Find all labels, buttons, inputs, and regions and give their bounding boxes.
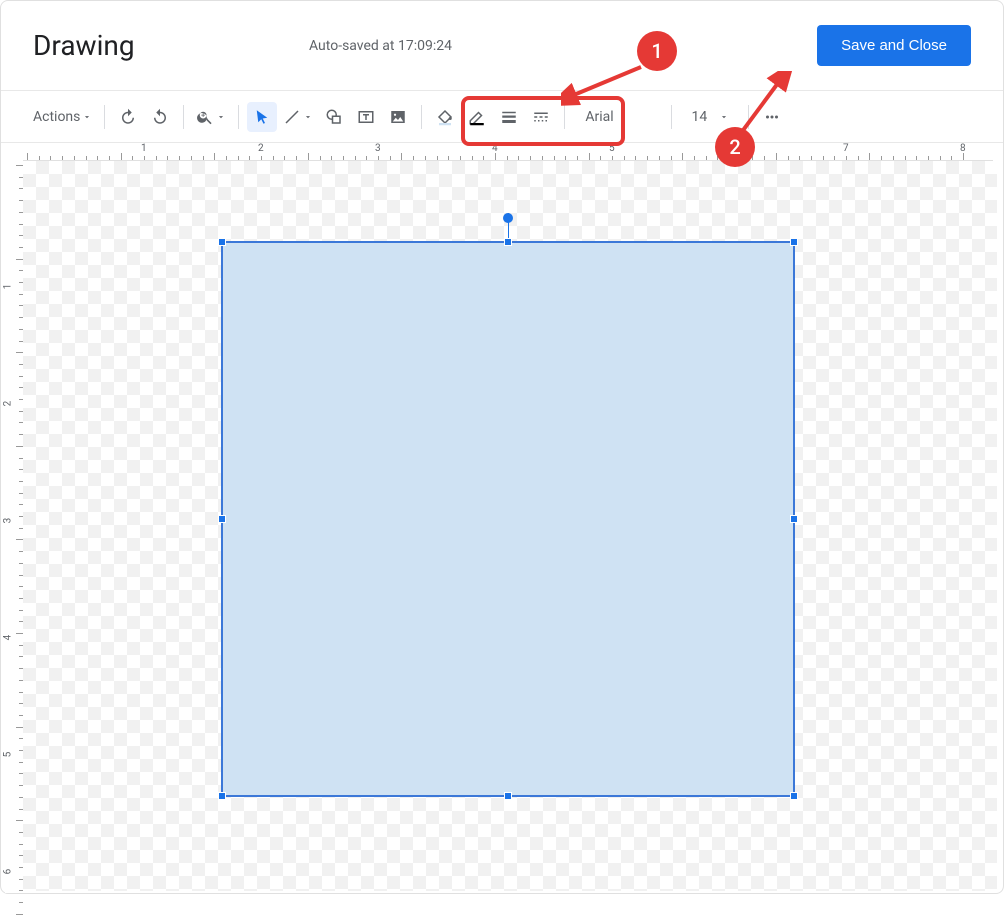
shape-icon [325,108,343,126]
undo-icon [119,108,137,126]
resize-handle-ne[interactable] [790,238,798,246]
image-tool[interactable] [383,102,413,132]
separator [748,105,749,129]
font-name: Arial [585,109,613,125]
line-tool[interactable] [279,102,317,132]
actions-menu[interactable]: Actions [29,102,96,132]
redo-button[interactable] [145,102,175,132]
resize-handle-sw[interactable] [218,792,226,800]
resize-handle-se[interactable] [790,792,798,800]
resize-handle-e[interactable] [790,515,798,523]
ruler-mark: 4 [2,635,13,641]
pen-icon [468,108,486,126]
drawing-canvas[interactable] [23,161,997,891]
border-dash-button[interactable] [526,102,556,132]
ruler-mark: 5 [2,752,13,758]
ruler-mark: 6 [2,869,13,875]
cursor-icon [253,108,271,126]
separator [421,105,422,129]
separator [104,105,105,129]
border-color-button[interactable] [462,102,492,132]
separator [671,105,672,129]
horizontal-ruler: 1 2 3 4 5 6 7 8 [23,143,993,161]
undo-button[interactable] [113,102,143,132]
textbox-icon [357,108,375,126]
ruler-mark: 5 [609,143,615,154]
font-selector[interactable]: Arial [573,102,663,132]
line-weight-icon [500,108,518,126]
zoom-button[interactable] [192,102,230,132]
redo-icon [151,108,169,126]
separator [238,105,239,129]
ruler-mark: 3 [375,143,381,154]
dialog-title: Drawing [33,29,135,62]
ruler-mark: 7 [843,143,849,154]
more-options-button[interactable] [757,102,787,132]
selected-rectangle-shape[interactable] [221,241,795,797]
chevron-down-icon [719,108,729,126]
autosave-status: Auto-saved at 17:09:24 [309,38,452,54]
rotation-line [508,213,509,239]
ruler-mark: 6 [726,143,732,154]
ruler-mark: 2 [258,143,264,154]
image-icon [389,108,407,126]
more-icon [763,108,781,126]
toolbar: Actions Arial [1,91,1003,143]
ruler-mark: 1 [141,143,147,154]
font-size-selector[interactable]: 14 [680,102,740,132]
resize-handle-s[interactable] [504,792,512,800]
shape-tool[interactable] [319,102,349,132]
line-dash-icon [532,108,550,126]
textbox-tool[interactable] [351,102,381,132]
resize-handle-n[interactable] [504,238,512,246]
fill-color-button[interactable] [430,102,460,132]
font-size: 14 [692,109,708,125]
ruler-mark: 2 [2,401,13,407]
chevron-down-icon [216,108,226,126]
dialog-header: Drawing Auto-saved at 17:09:24 Save and … [1,1,1003,91]
save-close-button[interactable]: Save and Close [817,25,971,66]
ruler-mark: 1 [2,284,13,290]
resize-handle-w[interactable] [218,515,226,523]
separator [564,105,565,129]
line-icon [283,108,301,126]
zoom-icon [196,108,214,126]
border-weight-button[interactable] [494,102,524,132]
resize-handle-nw[interactable] [218,238,226,246]
select-tool[interactable] [247,102,277,132]
actions-label: Actions [33,109,80,125]
vertical-ruler: 1 2 3 4 5 6 [5,161,23,893]
fill-icon [436,108,454,126]
chevron-down-icon [82,108,92,126]
separator [183,105,184,129]
ruler-mark: 3 [2,518,13,524]
chevron-down-icon [303,108,313,126]
